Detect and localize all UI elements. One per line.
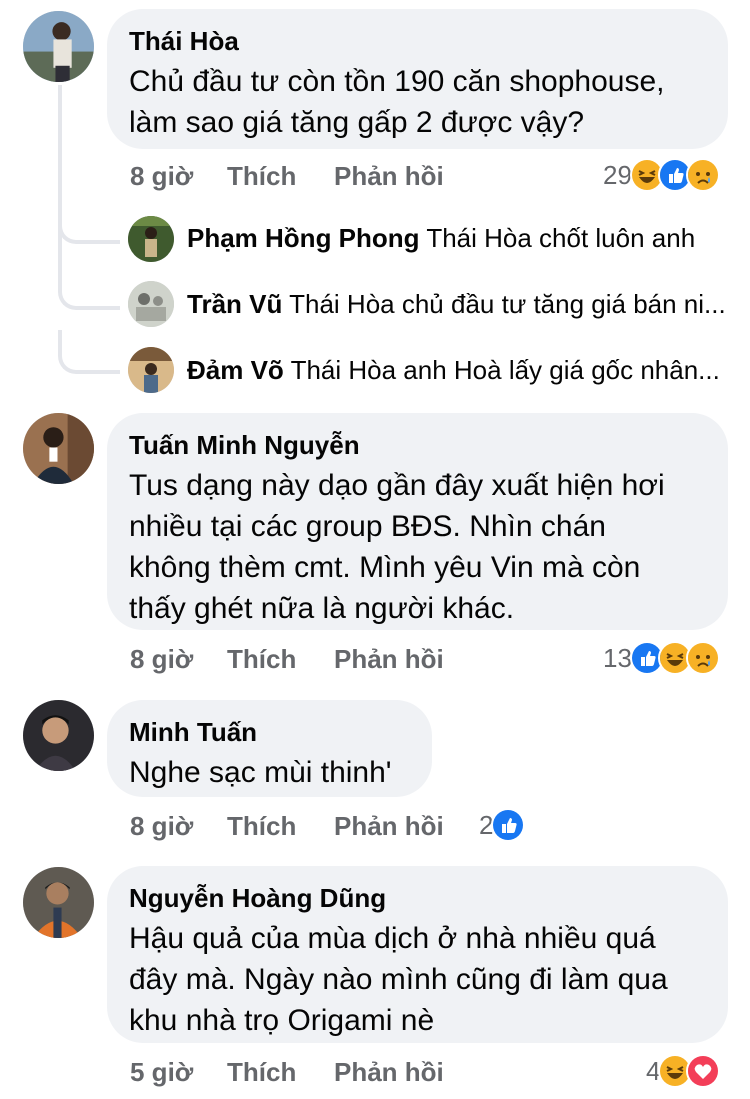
like-button[interactable]: Thích [227, 641, 296, 677]
comment-bubble: Tuấn Minh Nguyễn Tus dạng này dạo gần đâ… [107, 413, 728, 630]
comment-text: Tus dạng này dạo gần đây xuất hiện hơi n… [129, 469, 665, 625]
comment-actions: 8 giờ Thích Phản hồi [130, 808, 470, 844]
comment-text: Hậu quả của mùa dịch ở nhà nhiều quá đây… [129, 922, 668, 1037]
sad-reaction-icon [685, 158, 720, 192]
like-button[interactable]: Thích [227, 808, 296, 844]
comment-text: Chủ đầu tư còn tồn 190 căn shophouse, là… [129, 65, 665, 139]
comment-bubble: Nguyễn Hoàng Dũng Hậu quả của mùa dịch ở… [107, 866, 728, 1043]
avatar[interactable] [128, 216, 174, 262]
commenter-name[interactable]: Tuấn Minh Nguyễn [129, 429, 706, 461]
reply-text: Thái Hòa chủ đầu tư tăng giá bán ni... [289, 289, 726, 319]
reply-button[interactable]: Phản hồi [334, 808, 444, 844]
reply-button[interactable]: Phản hồi [334, 158, 444, 194]
avatar[interactable] [23, 11, 94, 82]
avatar[interactable] [23, 700, 94, 771]
reply-connector [58, 268, 120, 310]
comment-actions: 5 giờ Thích Phản hồi [130, 1054, 470, 1090]
reaction-summary[interactable]: 29 [603, 157, 720, 193]
commenter-name[interactable]: Minh Tuấn [129, 716, 410, 748]
avatar[interactable] [128, 281, 174, 327]
reaction-count: 29 [603, 159, 632, 190]
comment-time[interactable]: 8 giờ [130, 158, 193, 194]
reply-item[interactable]: Đảm Võ Thái Hòa anh Hoà lấy giá gốc nhân… [187, 353, 747, 387]
comment-time[interactable]: 5 giờ [130, 1054, 193, 1090]
reaction-count: 13 [603, 642, 632, 673]
comment-text: Nghe sạc mùi thinh' [129, 756, 392, 789]
reply-connector [58, 200, 120, 244]
reply-text: Thái Hòa anh Hoà lấy giá gốc nhân... [290, 355, 720, 385]
commenter-name[interactable]: Thái Hòa [129, 25, 706, 57]
comment-bubble: Thái Hòa Chủ đầu tư còn tồn 190 căn shop… [107, 9, 728, 149]
reply-author[interactable]: Trần Vũ [187, 289, 282, 319]
reply-text: Thái Hòa chốt luôn anh [426, 223, 696, 253]
avatar[interactable] [23, 413, 94, 484]
reply-connector [58, 330, 120, 374]
reaction-summary[interactable]: 2 [479, 807, 526, 843]
reaction-summary[interactable]: 13 [603, 640, 720, 676]
reply-author[interactable]: Đảm Võ [187, 355, 284, 385]
comment-time[interactable]: 8 giờ [130, 641, 193, 677]
reaction-summary[interactable]: 4 [646, 1053, 721, 1089]
like-reaction-icon [491, 808, 526, 842]
reply-author[interactable]: Phạm Hồng Phong [187, 223, 420, 253]
thread-line [58, 85, 62, 285]
love-reaction-icon [686, 1054, 721, 1088]
like-button[interactable]: Thích [227, 158, 296, 194]
reply-button[interactable]: Phản hồi [334, 1054, 444, 1090]
avatar[interactable] [128, 347, 174, 393]
comment-time[interactable]: 8 giờ [130, 808, 193, 844]
comment-bubble: Minh Tuấn Nghe sạc mùi thinh' [107, 700, 432, 797]
reply-button[interactable]: Phản hồi [334, 641, 444, 677]
reply-item[interactable]: Phạm Hồng Phong Thái Hòa chốt luôn anh [187, 221, 747, 255]
comment-actions: 8 giờ Thích Phản hồi [130, 158, 470, 194]
comment-actions: 8 giờ Thích Phản hồi [130, 641, 470, 677]
avatar[interactable] [23, 867, 94, 938]
sad-reaction-icon [685, 641, 720, 675]
reply-item[interactable]: Trần Vũ Thái Hòa chủ đầu tư tăng giá bán… [187, 287, 747, 321]
commenter-name[interactable]: Nguyễn Hoàng Dũng [129, 882, 706, 914]
like-button[interactable]: Thích [227, 1054, 296, 1090]
